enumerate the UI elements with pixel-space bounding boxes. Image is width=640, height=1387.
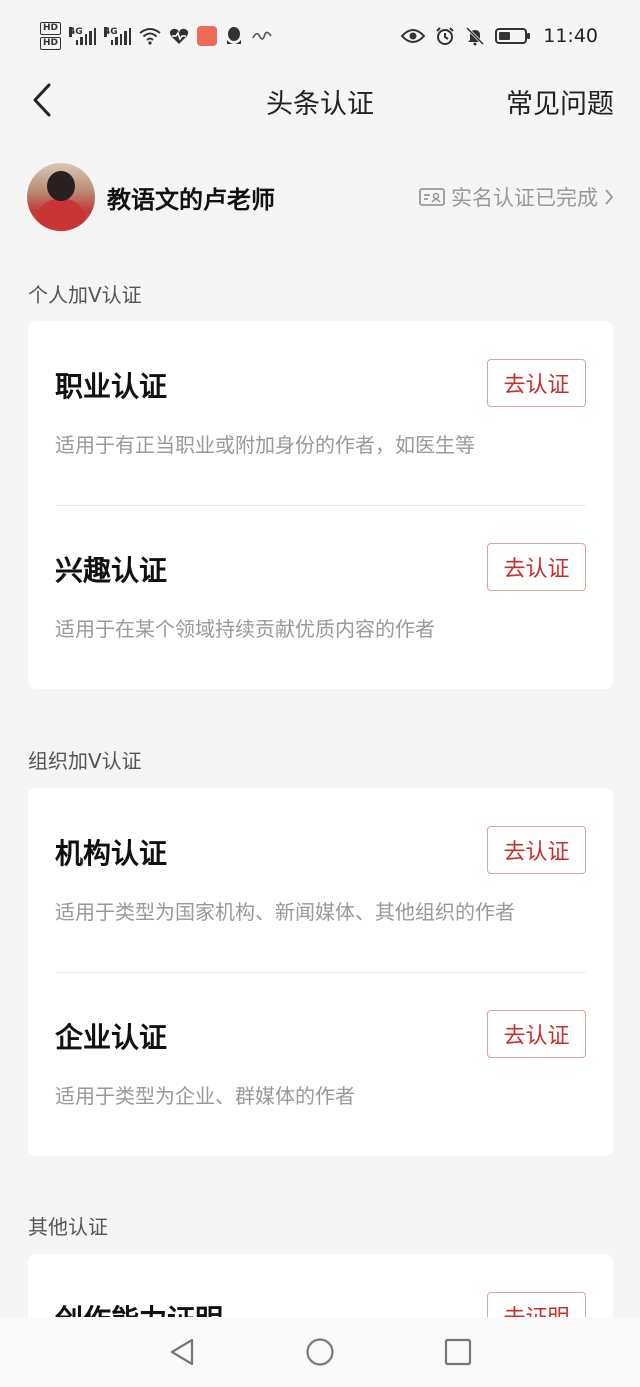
item-description: 适用于有正当职业或附加身份的作者，如医生等 [55, 433, 475, 457]
circle-home-icon [306, 1338, 334, 1366]
mute-bell-icon [466, 26, 485, 46]
status-time: 11:40 [543, 25, 598, 47]
item-description: 适用于类型为企业、群媒体的作者 [55, 1084, 355, 1108]
card-organization: 机构认证 适用于类型为国家机构、新闻媒体、其他组织的作者 去认证 企业认证 适用… [28, 788, 613, 1156]
status-bar: HD HD 4G 4G 11:40 [0, 0, 640, 72]
alarm-icon [436, 27, 454, 45]
verify-button[interactable]: 去认证 [487, 359, 586, 407]
faq-link[interactable]: 常见问题 [506, 82, 614, 121]
card-personal: 职业认证 适用于有正当职业或附加身份的作者，如医生等 去认证 兴趣认证 适用于在… [28, 321, 613, 689]
nav-recents-button[interactable] [438, 1332, 478, 1372]
battery-icon [495, 28, 531, 44]
chevron-right-icon [605, 189, 614, 205]
item-title: 兴趣认证 [55, 554, 168, 587]
signal-icon: 4G [104, 27, 132, 45]
system-nav-bar [0, 1317, 640, 1387]
verify-button[interactable]: 去认证 [487, 543, 586, 591]
item-title: 企业认证 [55, 1021, 168, 1054]
nav-bar: 头条认证 常见问题 [0, 72, 640, 128]
eye-icon [401, 29, 426, 43]
real-name-verify-link[interactable]: 实名认证已完成 [419, 182, 614, 212]
network-label: 4G [69, 27, 83, 37]
nav-back-button[interactable] [162, 1332, 202, 1372]
list-item: 兴趣认证 适用于在某个领域持续贡献优质内容的作者 去认证 [28, 505, 613, 689]
profile-row: 教语文的卢老师 实名认证已完成 [27, 162, 614, 232]
section-label-organization: 组织加V认证 [28, 749, 142, 773]
list-item: 机构认证 适用于类型为国家机构、新闻媒体、其他组织的作者 去认证 [28, 788, 613, 973]
hd-badges: HD HD [40, 22, 62, 50]
user-name: 教语文的卢老师 [107, 185, 275, 214]
handwriting-app-icon [252, 31, 272, 40]
item-description: 适用于在某个领域持续贡献优质内容的作者 [55, 617, 435, 641]
wifi-icon [139, 28, 161, 45]
section-label-personal: 个人加V认证 [28, 283, 142, 307]
item-title: 职业认证 [55, 370, 168, 403]
item-description: 适用于类型为国家机构、新闻媒体、其他组织的作者 [55, 900, 515, 924]
square-recents-icon [444, 1338, 472, 1366]
item-title: 机构认证 [55, 837, 168, 870]
signal-icon: 4G [69, 27, 97, 45]
section-label-other: 其他认证 [28, 1215, 108, 1239]
list-item: 职业认证 适用于有正当职业或附加身份的作者，如医生等 去认证 [28, 321, 613, 506]
network-label: 4G [104, 27, 118, 37]
hd-badge: HD [40, 37, 62, 50]
verify-button[interactable]: 去认证 [487, 826, 586, 874]
app-notification-icon [197, 26, 218, 46]
qq-icon [227, 27, 242, 44]
hd-badge: HD [40, 22, 62, 35]
heart-rate-icon [169, 28, 189, 44]
id-card-icon [419, 188, 445, 206]
verify-button[interactable]: 去认证 [487, 1010, 586, 1058]
avatar[interactable] [27, 163, 95, 231]
verify-status-text: 实名认证已完成 [451, 186, 598, 210]
triangle-back-icon [170, 1338, 194, 1366]
nav-home-button[interactable] [300, 1332, 340, 1372]
list-item: 企业认证 适用于类型为企业、群媒体的作者 去认证 [28, 972, 613, 1156]
